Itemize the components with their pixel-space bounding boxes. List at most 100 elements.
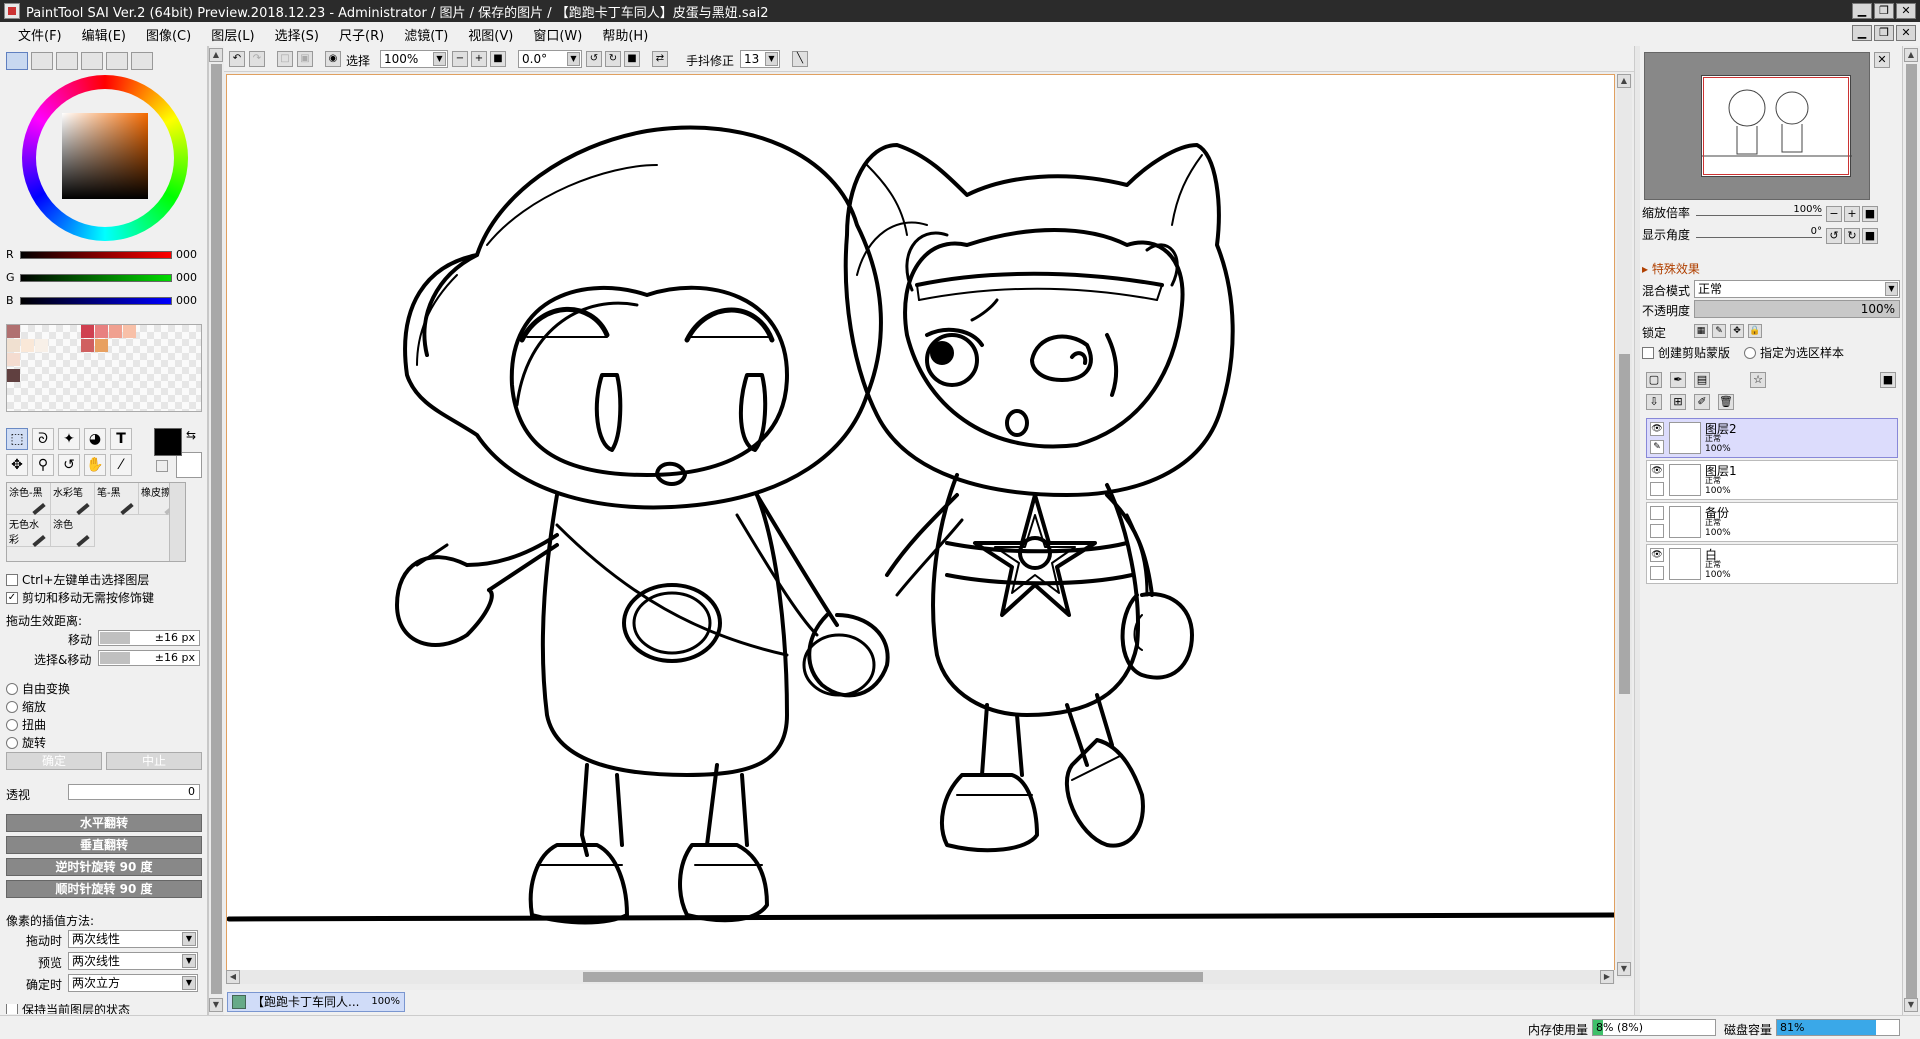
zoom-tool[interactable]: ⚲ (32, 454, 54, 476)
menu-edit[interactable]: 编辑(E) (72, 25, 136, 44)
scroll-thumb[interactable] (1906, 64, 1917, 1004)
rect-select-tool[interactable]: ⬚ (6, 428, 28, 450)
scroll-right-button[interactable]: ▶ (1600, 970, 1614, 984)
swatch[interactable] (81, 325, 94, 338)
maximize-button[interactable]: ❐ (1874, 3, 1894, 19)
blend-mode-select[interactable]: 正常 ▼ (1694, 280, 1900, 298)
menu-select[interactable]: 选择(S) (265, 25, 329, 44)
canvas-vertical-scrollbar[interactable]: ▲ ▼ (1617, 74, 1632, 978)
blue-slider[interactable] (20, 296, 172, 305)
color-square[interactable] (62, 113, 148, 199)
special-effects-section[interactable]: ▸ 特殊效果 (1642, 260, 1700, 277)
doc-minimize-button[interactable]: ▁ (1852, 25, 1872, 41)
foreground-color[interactable] (154, 428, 182, 456)
navigator-preview[interactable] (1644, 52, 1870, 200)
move-distance-slider[interactable]: ±16 px (98, 630, 200, 646)
abort-button[interactable]: 中止 (106, 752, 202, 770)
straight-line-button[interactable]: ╲ (792, 51, 808, 67)
doc-restore-button[interactable]: ❐ (1874, 25, 1894, 41)
lasso-tool[interactable]: ᘐ (32, 428, 54, 450)
canvas-horizontal-scrollbar[interactable]: ◀ ▶ (226, 970, 1615, 984)
rotate-left-button[interactable]: ↺ (586, 51, 602, 67)
right-panel-scrollbar[interactable]: ▲ ▼ (1902, 46, 1920, 1015)
swatch[interactable] (7, 339, 20, 352)
selection-sample-radio[interactable] (1744, 346, 1756, 359)
new-layer-icon[interactable]: ▢ (1646, 372, 1662, 388)
swatch[interactable] (7, 369, 20, 382)
keep-state-checkbox[interactable] (6, 1004, 18, 1014)
pen-icon[interactable] (1650, 566, 1664, 580)
swatch[interactable] (7, 325, 20, 338)
transfer-down-icon[interactable]: ⇩ (1646, 394, 1662, 410)
scroll-down-button[interactable]: ▼ (209, 998, 223, 1012)
swatch[interactable] (81, 339, 94, 352)
scroll-up-button[interactable]: ▲ (1617, 74, 1631, 88)
close-button[interactable]: ✕ (1896, 3, 1916, 19)
clip-mask-checkbox[interactable] (1642, 346, 1654, 359)
brush-slot[interactable]: 水彩笔 (51, 483, 95, 516)
scroll-left-button[interactable]: ◀ (226, 970, 240, 984)
new-folder-icon[interactable]: ▤ (1694, 372, 1710, 388)
brush-slot[interactable]: 无色水彩 (7, 515, 51, 548)
undo-button[interactable]: ↶ (229, 51, 245, 67)
scroll-thumb[interactable] (583, 972, 1203, 982)
menu-help[interactable]: 帮助(H) (592, 25, 658, 44)
drawing-canvas[interactable] (226, 74, 1615, 978)
merge-down-icon[interactable]: ⊞ (1670, 394, 1686, 410)
layer-row[interactable]: 👁 ✎ 图层2 正常 100% (1646, 418, 1898, 458)
menu-filter[interactable]: 滤镜(T) (394, 25, 458, 44)
doc-close-button[interactable]: ✕ (1896, 25, 1916, 41)
zoom-reset-button[interactable]: ■ (490, 51, 506, 67)
redo-button[interactable]: ↷ (249, 51, 265, 67)
select-move-distance-slider[interactable]: ±16 px (98, 650, 200, 666)
confirm-button[interactable]: 确定 (6, 752, 102, 770)
rotate-view-tool[interactable]: ↺ (58, 454, 80, 476)
green-slider[interactable] (20, 273, 172, 282)
left-panel-scrollbar[interactable]: ▲ ▼ (208, 46, 224, 1015)
shape-tool[interactable]: ◕ (84, 428, 106, 450)
transparent-color-icon[interactable] (156, 460, 168, 472)
navigator-close-button[interactable]: ✕ (1874, 52, 1890, 68)
hsv-slider-mode-button[interactable] (56, 52, 78, 70)
pen-icon[interactable]: ✎ (1650, 440, 1664, 454)
layer-row[interactable]: 👁 白 正常 100% (1646, 544, 1898, 584)
rotate-ccw-button[interactable]: 逆时针旋转 90 度 (6, 858, 202, 876)
nav-zoom-slider[interactable]: 100% (1696, 204, 1822, 216)
menu-layer[interactable]: 图层(L) (201, 25, 264, 44)
lock-paint-button[interactable]: ✎ (1712, 324, 1726, 338)
zoom-out-button[interactable]: − (452, 51, 468, 67)
menu-file[interactable]: 文件(F) (8, 25, 72, 44)
scroll-up-button[interactable]: ▲ (209, 48, 223, 62)
rotate-right-button[interactable]: ↻ (605, 51, 621, 67)
menu-window[interactable]: 窗口(W) (523, 25, 592, 44)
swatch[interactable] (95, 325, 108, 338)
flip-view-button[interactable]: ⇄ (652, 51, 668, 67)
rotate-radio[interactable] (6, 736, 18, 749)
lock-all-button[interactable]: 🔒 (1748, 324, 1762, 338)
lock-transparency-button[interactable]: ▦ (1694, 324, 1708, 338)
brush-scrollbar[interactable] (169, 483, 185, 561)
swatch[interactable] (7, 353, 20, 366)
nav-rotate-left-button[interactable]: ↺ (1826, 228, 1842, 244)
confirm-interp-select[interactable]: 两次立方 ▼ (68, 974, 198, 992)
stabilizer-select[interactable]: 13 ▼ (740, 50, 780, 68)
rgb-slider-mode-button[interactable] (31, 52, 53, 70)
new-linework-layer-icon[interactable]: ✒ (1670, 372, 1686, 388)
color-wheel-mode-button[interactable] (6, 52, 28, 70)
cut-move-checkbox[interactable]: ✓ (6, 591, 18, 604)
deselect-button[interactable]: □ (277, 51, 293, 67)
move-tool[interactable]: ✥ (6, 454, 28, 476)
filter-icon[interactable]: ☆ (1750, 372, 1766, 388)
nav-angle-slider[interactable]: 0° (1696, 226, 1822, 238)
drag-interp-select[interactable]: 两次线性 ▼ (68, 930, 198, 948)
swatch[interactable] (21, 339, 34, 352)
scratchpad-mode-button[interactable] (131, 52, 153, 70)
perspective-input[interactable]: 0 (68, 784, 200, 800)
rotate-reset-button[interactable]: ■ (624, 51, 640, 67)
brush-slot[interactable]: 涂色 (51, 515, 95, 548)
layer-row[interactable]: 备份 正常 100% (1646, 502, 1898, 542)
menu-ruler[interactable]: 尺子(R) (329, 25, 394, 44)
eye-icon[interactable]: ◉ (325, 51, 341, 67)
clear-layer-icon[interactable]: ✐ (1694, 394, 1710, 410)
magic-wand-tool[interactable]: ✦ (58, 428, 80, 450)
